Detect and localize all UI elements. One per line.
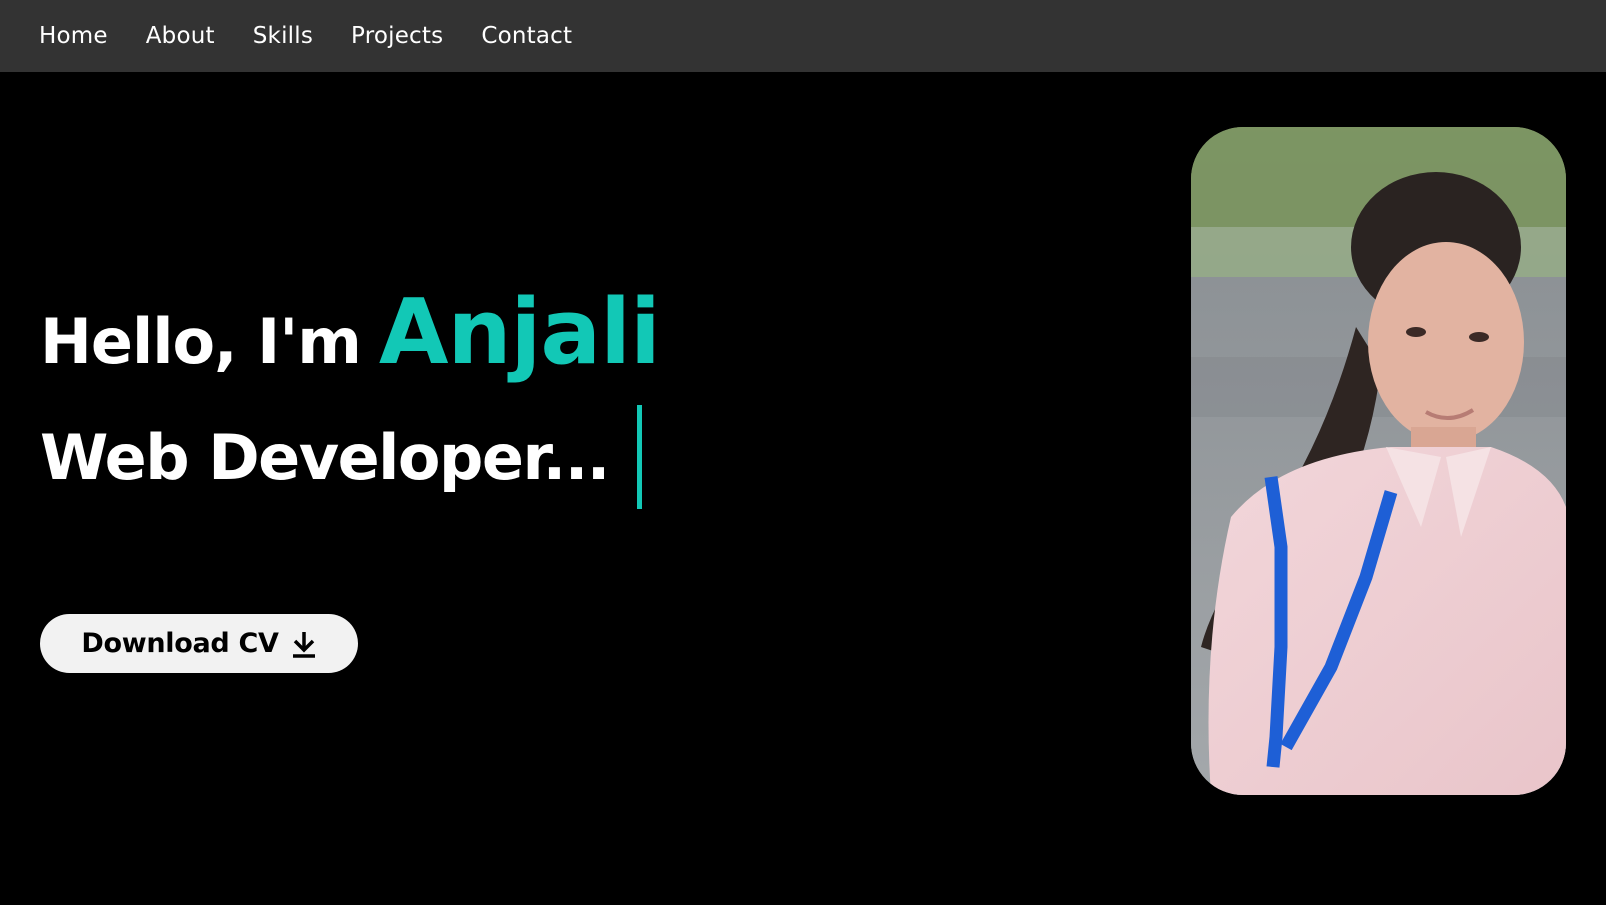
- nav-link-home[interactable]: Home: [39, 23, 108, 49]
- download-cv-button[interactable]: Download CV: [40, 614, 358, 673]
- role-line: Web Developer...: [40, 405, 642, 509]
- hero-role: Web Developer...: [40, 420, 610, 494]
- nav-link-about[interactable]: About: [146, 23, 215, 49]
- greeting-line: Hello, I'm Anjali: [40, 280, 661, 385]
- hero-heading: Hello, I'm Anjali: [40, 280, 661, 385]
- navbar: Home About Skills Projects Contact: [0, 0, 1606, 72]
- nav-link-projects[interactable]: Projects: [351, 23, 443, 49]
- hero-name: Anjali: [378, 280, 661, 385]
- download-icon: [291, 630, 317, 658]
- nav-link-contact[interactable]: Contact: [481, 23, 572, 49]
- profile-photo: [1191, 127, 1566, 795]
- download-cv-label: Download CV: [81, 628, 279, 659]
- typing-cursor: [636, 405, 642, 509]
- greeting-text: Hello, I'm: [40, 305, 362, 378]
- nav-link-skills[interactable]: Skills: [253, 23, 313, 49]
